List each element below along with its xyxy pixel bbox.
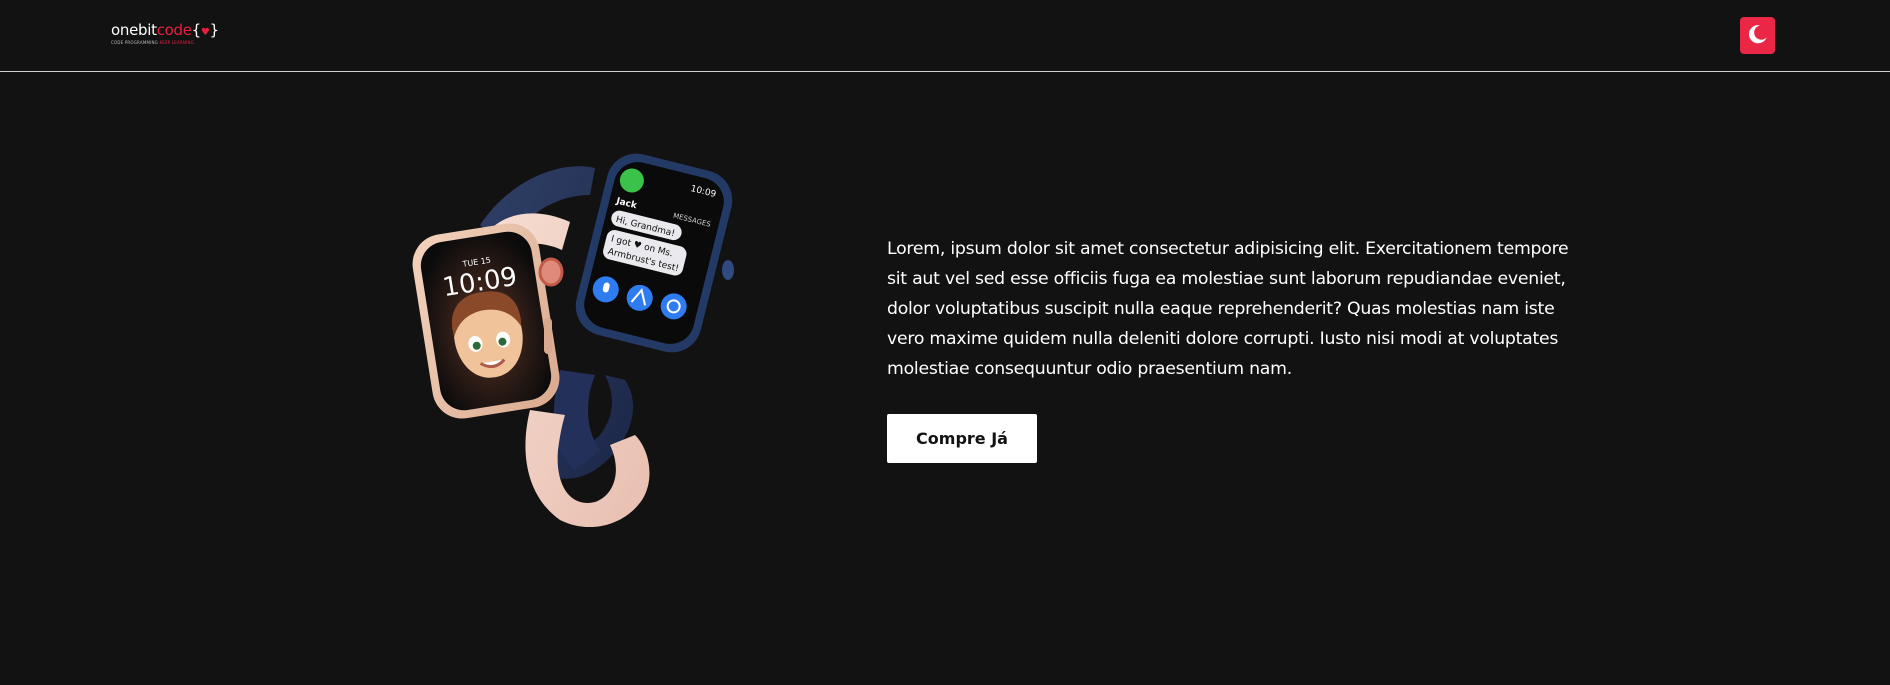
buy-now-button[interactable]: Compre Já <box>887 414 1037 463</box>
logo-tagline-part1: CODE PROGRAMMING <box>111 40 160 45</box>
hero-description: Lorem, ipsum dolor sit amet consectetur … <box>887 239 1569 379</box>
logo-tagline-part2: KEEP LEARNING <box>159 40 194 45</box>
heart-icon: ♥ <box>200 27 210 38</box>
theme-toggle-button[interactable] <box>1740 17 1775 54</box>
navy-watch-crown <box>722 260 734 280</box>
onebitcode-logo[interactable]: onebitcode{♥} CODE PROGRAMMING KEEP LEAR… <box>111 20 221 50</box>
smartwatch-product-image: TUE 15 10:09 10:09 Jack MESSAGES Hi, Gra… <box>412 153 734 528</box>
logo-brace-open: { <box>191 21 202 39</box>
logo-brace-close: } <box>209 21 220 39</box>
logo-tagline: CODE PROGRAMMING KEEP LEARNING <box>111 40 194 45</box>
logo-word-onebit: onebit <box>111 21 157 39</box>
logo-word-code: code <box>156 21 192 39</box>
gold-watch-crown <box>538 257 564 287</box>
site-header: onebitcode{♥} CODE PROGRAMMING KEEP LEAR… <box>0 0 1890 72</box>
moon-icon <box>1748 25 1767 44</box>
